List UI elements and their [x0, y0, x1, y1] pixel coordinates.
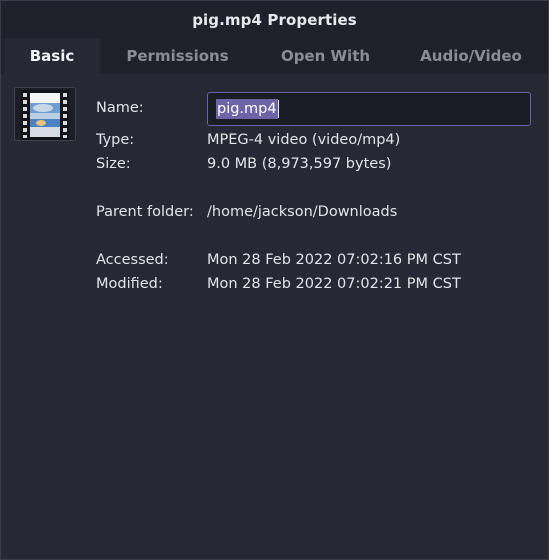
tab-bar: Basic Permissions Open With Audio/Video	[1, 38, 548, 74]
titlebar[interactable]: pig.mp4 Properties	[1, 1, 548, 38]
tab-open-with[interactable]: Open With	[255, 38, 396, 74]
parent-folder-value: /home/jackson/Downloads	[207, 204, 398, 220]
text-caret	[277, 100, 279, 118]
name-label: Name:	[96, 100, 144, 116]
window-title: pig.mp4 Properties	[192, 10, 357, 29]
accessed-label: Accessed:	[96, 252, 169, 268]
accessed-value: Mon 28 Feb 2022 07:02:16 PM CST	[207, 252, 461, 268]
tab-audio-video[interactable]: Audio/Video	[396, 38, 546, 74]
modified-label: Modified:	[96, 276, 163, 292]
basic-panel: Name: pig.mp4 Type: MPEG-4 video (video/…	[1, 74, 548, 559]
video-file-icon[interactable]	[14, 87, 76, 141]
parent-folder-label: Parent folder:	[96, 204, 194, 220]
tab-permissions[interactable]: Permissions	[100, 38, 255, 74]
film-strip-icon	[21, 90, 69, 140]
name-field-value[interactable]: pig.mp4	[216, 99, 278, 119]
modified-value: Mon 28 Feb 2022 07:02:21 PM CST	[207, 276, 461, 292]
size-value: 9.0 MB (8,973,597 bytes)	[207, 156, 392, 172]
name-field[interactable]: pig.mp4	[207, 92, 531, 126]
type-label: Type:	[96, 132, 135, 148]
type-value: MPEG-4 video (video/mp4)	[207, 132, 401, 148]
tab-basic[interactable]: Basic	[4, 38, 100, 74]
properties-window: pig.mp4 Properties Basic Permissions Ope…	[0, 0, 549, 560]
size-label: Size:	[96, 156, 131, 172]
